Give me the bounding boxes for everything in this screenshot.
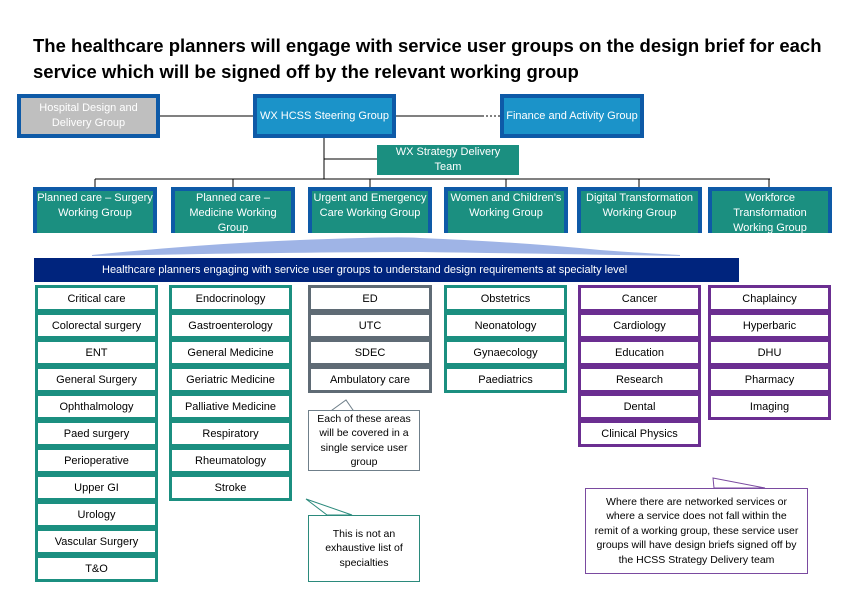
specialty-cell: Geriatric Medicine (169, 366, 292, 393)
wg-label: Urgent and Emergency Care Working Group (313, 192, 427, 219)
specialty-cell: Stroke (169, 474, 292, 501)
specialty-cell: Hyperbaric (708, 312, 831, 339)
specialty-cell: Endocrinology (169, 285, 292, 312)
finance-group-label: Finance and Activity Group (506, 109, 638, 122)
callout-pointer-exhaustive (305, 498, 353, 516)
specialty-cell: UTC (308, 312, 432, 339)
specialty-column-urgent: ED UTC SDEC Ambulatory care (308, 285, 432, 393)
specialty-cell: DHU (708, 339, 831, 366)
specialty-cell: Urology (35, 501, 158, 528)
specialty-cell: Education (578, 339, 701, 366)
specialty-cell: Imaging (708, 393, 831, 420)
specialty-cell: ED (308, 285, 432, 312)
specialty-cell: Vascular Surgery (35, 528, 158, 555)
specialty-column-strategy-a: Cancer Cardiology Education Research Dental C… (578, 285, 701, 447)
wg-planned-medicine: Planned care – Medicine Working Group (171, 187, 295, 234)
specialty-cell: Gastroenterology (169, 312, 292, 339)
specialty-cell: Dental (578, 393, 701, 420)
callout-pointer-networked (712, 477, 766, 489)
wg-planned-surgery: Planned care – Surgery Working Group (33, 187, 157, 233)
note-not-exhaustive: This is not an exhaustive list of specia… (308, 515, 420, 582)
wg-workforce: Workforce Transformation Working Group (708, 187, 832, 234)
steering-group-label: WX HCSS Steering Group (260, 109, 389, 122)
note-not-exhaustive-text: This is not an exhaustive list of specia… (325, 527, 403, 569)
specialty-cell: SDEC (308, 339, 432, 366)
note-single-group: Each of these areas will be covered in a… (308, 410, 420, 471)
specialty-cell: Perioperative (35, 447, 158, 474)
hospital-design-label: Hospital Design and Delivery Group (39, 102, 138, 129)
specialty-cell: Rheumatology (169, 447, 292, 474)
specialty-cell: Neonatology (444, 312, 567, 339)
wg-label: Workforce Transformation Working Group (733, 192, 807, 234)
specialty-cell: T&O (35, 555, 158, 582)
specialty-cell: Ambulatory care (308, 366, 432, 393)
specialty-column-women-children: Obstetrics Neonatology Gynaecology Paediatr… (444, 285, 567, 393)
specialty-cell: Pharmacy (708, 366, 831, 393)
specialty-cell: Paed surgery (35, 420, 158, 447)
specialty-cell: Palliative Medicine (169, 393, 292, 420)
wg-label: Digital Transformation Working Group (586, 192, 693, 219)
steering-group-box: WX HCSS Steering Group (253, 94, 396, 138)
strategy-team-label: WX Strategy Delivery Team (395, 146, 501, 173)
specialty-cell: Colorectal surgery (35, 312, 158, 339)
wg-label: Women and Children’s Working Group (450, 192, 562, 219)
specialty-cell: Respiratory (169, 420, 292, 447)
specialty-cell: Research (578, 366, 701, 393)
specialty-banner: Healthcare planners engaging with servic… (34, 258, 739, 282)
note-networked-services: Where there are networked services or wh… (585, 488, 808, 574)
specialty-column-medicine: Endocrinology Gastroenterology General Med… (169, 285, 292, 501)
strategy-delivery-team-box: WX Strategy Delivery Team (377, 145, 519, 175)
specialty-cell: Paediatrics (444, 366, 567, 393)
specialty-column-strategy-b: Chaplaincy Hyperbaric DHU Pharmacy Imaging (708, 285, 831, 420)
specialty-cell: ENT (35, 339, 158, 366)
specialty-cell: General Medicine (169, 339, 292, 366)
specialty-cell: Chaplaincy (708, 285, 831, 312)
specialty-cell: Gynaecology (444, 339, 567, 366)
specialty-cell: Upper GI (35, 474, 158, 501)
specialty-column-surgery: Critical care Colorectal surgery ENT Genera… (35, 285, 158, 582)
specialty-cell: Ophthalmology (35, 393, 158, 420)
specialty-cell: Obstetrics (444, 285, 567, 312)
note-single-group-text: Each of these areas will be covered in a… (317, 412, 411, 469)
specialty-cell: General Surgery (35, 366, 158, 393)
finance-group-box: Finance and Activity Group (500, 94, 644, 138)
wg-label: Planned care – Surgery Working Group (37, 192, 153, 219)
hospital-design-group-box: Hospital Design and Delivery Group (17, 94, 160, 138)
specialty-cell: Clinical Physics (578, 420, 701, 447)
specialty-cell: Cancer (578, 285, 701, 312)
brace-shape (92, 237, 680, 256)
note-networked-text: Where there are networked services or wh… (594, 495, 799, 566)
specialty-cell: Critical care (35, 285, 158, 312)
wg-urgent-emergency: Urgent and Emergency Care Working Group (308, 187, 432, 233)
wg-digital: Digital Transformation Working Group (577, 187, 702, 233)
wg-women-children: Women and Children’s Working Group (444, 187, 568, 233)
wg-label: Planned care – Medicine Working Group (189, 192, 277, 234)
specialty-cell: Cardiology (578, 312, 701, 339)
